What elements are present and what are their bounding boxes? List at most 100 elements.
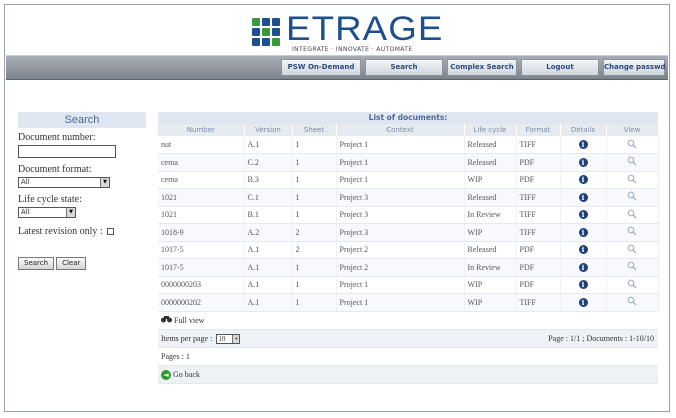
- doc-format-select[interactable]: All ▼: [18, 177, 110, 188]
- cell-details: i: [560, 258, 607, 277]
- cell-version: A.1: [244, 276, 293, 294]
- cell-version: A.1: [244, 136, 293, 154]
- lifecycle-label: Life cycle state:: [18, 194, 82, 205]
- cell-context: Project 3: [336, 188, 465, 207]
- list-title: List of documents:: [158, 112, 658, 124]
- info-icon[interactable]: i: [578, 245, 588, 255]
- search-actions: Search Clear: [18, 257, 146, 270]
- latest-revision-checkbox[interactable]: [106, 228, 114, 236]
- column-header[interactable]: Sheet: [292, 124, 337, 136]
- cell-version: C.2: [244, 153, 293, 172]
- info-icon[interactable]: i: [578, 227, 588, 237]
- cell-lifecycle: WIP: [464, 171, 517, 189]
- nav-change-password-button[interactable]: Change passwd: [603, 59, 666, 76]
- logo-tagline: INTEGRATE · INNOVATE · AUTOMATE: [292, 46, 413, 53]
- column-header[interactable]: Life cycle: [464, 124, 517, 136]
- nav-complex-search-button[interactable]: Complex Search: [447, 59, 517, 76]
- cell-details: i: [560, 136, 607, 154]
- chevron-down-icon: ▼: [66, 208, 75, 217]
- cell-format: PDF: [516, 258, 561, 277]
- cell-view: [606, 153, 659, 172]
- magnifier-icon[interactable]: [627, 139, 637, 149]
- pages-value[interactable]: 1: [186, 352, 190, 361]
- pages-label: Pages :: [161, 351, 184, 361]
- cell-details: i: [560, 171, 607, 189]
- cell-lifecycle: WIP: [464, 223, 517, 242]
- nav-search-button[interactable]: Search: [365, 59, 443, 76]
- search-button[interactable]: Search: [18, 257, 55, 270]
- pages-row: Pages : 1: [158, 348, 658, 366]
- column-header[interactable]: Context: [336, 124, 465, 136]
- table-row: nut A.1 1 Project 1 Released TIFF i: [158, 136, 659, 154]
- items-per-page-select[interactable]: 10 ▼: [216, 333, 241, 344]
- cell-number: 0000000203: [158, 276, 245, 294]
- cell-number: nut: [158, 136, 245, 154]
- cell-view: [606, 241, 659, 259]
- cell-context: Project 1: [336, 136, 465, 154]
- cell-sheet: 1: [292, 136, 337, 154]
- magnifier-icon[interactable]: [627, 244, 637, 254]
- info-icon[interactable]: i: [578, 210, 588, 220]
- cell-details: i: [560, 241, 607, 259]
- documents-count-value: 1-10/10: [629, 333, 654, 343]
- cell-format: PDF: [516, 153, 561, 172]
- cell-details: i: [560, 153, 607, 172]
- cell-format: PDF: [516, 276, 561, 294]
- cell-lifecycle: Released: [464, 136, 517, 154]
- cell-context: Project 3: [336, 223, 465, 242]
- documents-label: Documents :: [586, 333, 628, 343]
- cell-lifecycle: WIP: [464, 276, 517, 294]
- page-info-label: Page :: [548, 333, 568, 343]
- info-icon[interactable]: i: [578, 175, 588, 185]
- doc-number-label: Document number:: [18, 132, 96, 143]
- nav-logout-button[interactable]: Logout: [521, 59, 599, 76]
- cell-details: i: [560, 293, 607, 312]
- chevron-down-icon: ▼: [100, 178, 109, 187]
- table-row: cema C.2 1 Project 1 Released PDF i: [158, 153, 659, 172]
- full-view-link[interactable]: Full view: [174, 316, 204, 325]
- info-icon[interactable]: i: [578, 140, 588, 149]
- magnifier-icon[interactable]: [627, 156, 637, 166]
- magnifier-icon[interactable]: [627, 209, 637, 219]
- binoculars-icon[interactable]: [161, 312, 172, 330]
- cell-sheet: 2: [292, 223, 337, 242]
- info-icon[interactable]: i: [578, 262, 588, 272]
- column-header[interactable]: Version: [244, 124, 293, 136]
- column-header[interactable]: Number: [158, 124, 245, 136]
- cell-version: A.1: [244, 241, 293, 259]
- magnifier-icon[interactable]: [627, 191, 637, 201]
- cell-format: TIFF: [516, 293, 561, 312]
- cell-version: A.1: [244, 258, 293, 277]
- column-header: View: [606, 124, 659, 136]
- magnifier-icon[interactable]: [627, 261, 637, 271]
- info-icon[interactable]: i: [578, 280, 588, 290]
- info-icon[interactable]: i: [578, 157, 588, 167]
- cell-sheet: 1: [292, 206, 337, 224]
- table-row: 1017-5 A.1 1 Project 2 In Review PDF i: [158, 258, 659, 277]
- magnifier-icon[interactable]: [627, 226, 637, 236]
- magnifier-icon[interactable]: [627, 279, 637, 289]
- doc-number-input[interactable]: [18, 145, 116, 158]
- full-view-row: Full view: [158, 312, 658, 330]
- cell-view: [606, 293, 659, 312]
- magnifier-icon[interactable]: [627, 296, 637, 306]
- column-header[interactable]: Format: [516, 124, 561, 136]
- document-list: List of documents: Number Version Sheet …: [158, 112, 659, 384]
- cell-sheet: 1: [292, 258, 337, 277]
- cell-context: Project 1: [336, 153, 465, 172]
- cell-sheet: 1: [292, 153, 337, 172]
- info-icon[interactable]: i: [578, 192, 588, 202]
- back-arrow-icon[interactable]: ◄: [161, 369, 171, 380]
- page-info: Page : 1/1 ; Documents : 1-10/10: [548, 333, 654, 343]
- documents-table: Number Version Sheet Context Life cycle …: [158, 124, 659, 312]
- magnifier-icon[interactable]: [627, 174, 637, 184]
- cell-view: [606, 223, 659, 242]
- lifecycle-select[interactable]: All ▼: [18, 207, 76, 218]
- table-row: 0000000203 A.1 1 Project 1 WIP PDF i: [158, 276, 659, 294]
- go-back-link[interactable]: Go back: [173, 370, 200, 379]
- clear-button[interactable]: Clear: [56, 257, 87, 270]
- info-icon[interactable]: i: [578, 297, 588, 307]
- cell-details: i: [560, 206, 607, 224]
- nav-psw-on-demand-button[interactable]: PSW On-Demand: [281, 59, 361, 76]
- table-row: 1021 C.1 1 Project 3 Released TIFF i: [158, 188, 659, 207]
